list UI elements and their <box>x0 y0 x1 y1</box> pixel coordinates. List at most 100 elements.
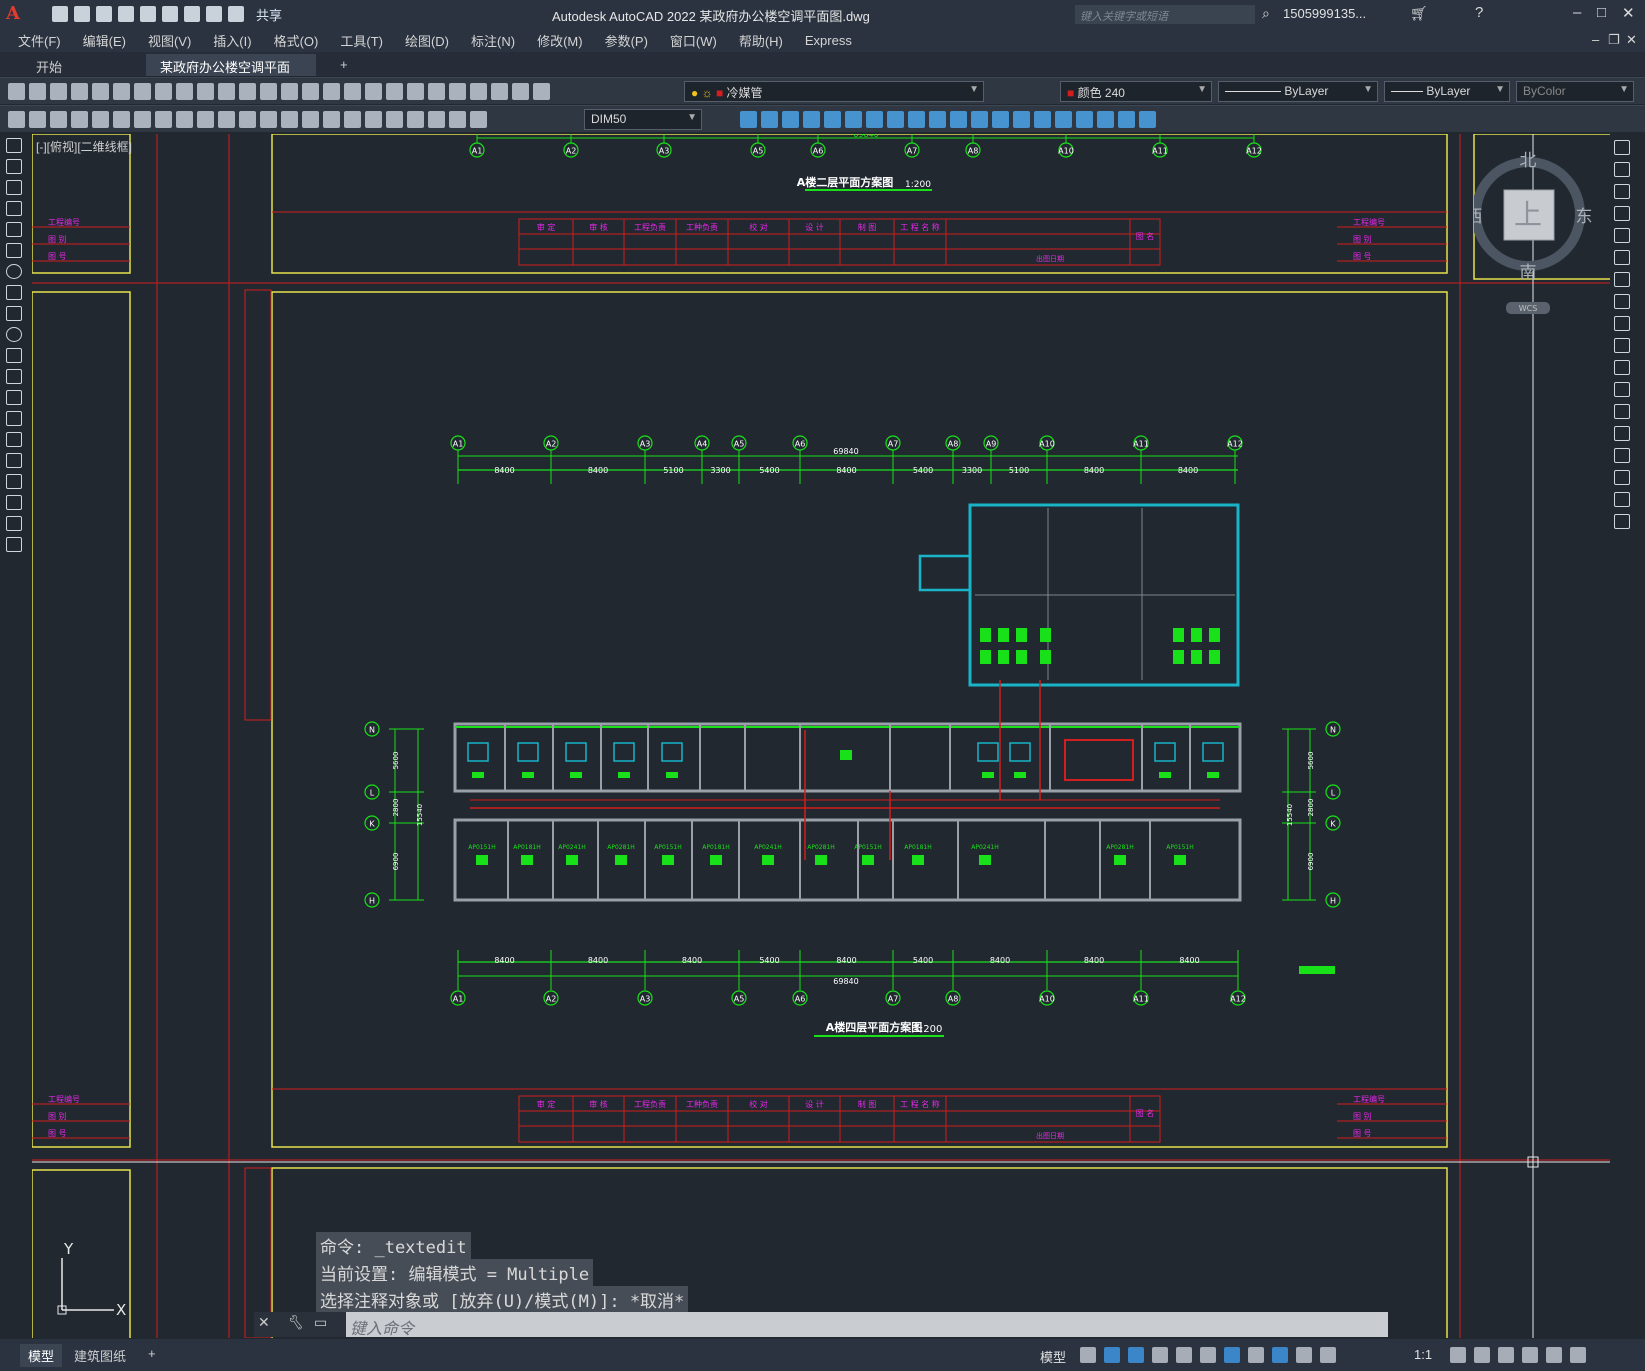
rectangle-icon[interactable] <box>6 222 22 237</box>
undo-icon[interactable] <box>206 6 222 22</box>
extend-icon[interactable] <box>929 111 946 128</box>
tab-start[interactable]: 开始 <box>22 54 76 76</box>
lineweight-icon[interactable] <box>1248 1347 1264 1363</box>
layer-state-icon[interactable] <box>8 111 25 128</box>
tolerance-icon[interactable] <box>344 111 361 128</box>
object-snap-tracking-icon[interactable] <box>1200 1347 1216 1363</box>
attribute-icon[interactable] <box>1118 111 1135 128</box>
break-point-icon[interactable] <box>1614 382 1630 397</box>
diameter-dim-icon[interactable] <box>197 111 214 128</box>
doc-close-button[interactable]: ✕ <box>1626 32 1637 48</box>
autocad-logo-icon[interactable]: A <box>6 3 32 25</box>
menu-format[interactable]: 格式(O) <box>274 31 319 50</box>
move-icon[interactable] <box>824 111 841 128</box>
export-icon[interactable] <box>162 6 178 22</box>
gear-icon[interactable] <box>1450 1347 1466 1363</box>
copy-icon[interactable] <box>1614 162 1630 177</box>
user-account[interactable]: 1505999135... <box>1283 6 1366 21</box>
drawing-canvas[interactable]: 审 定审 核工程负责 工种负责校 对设 计制 图工 程 名 称图 名出图日期 工程编… <box>32 134 1610 1338</box>
block-icon[interactable] <box>1076 111 1093 128</box>
paste-icon[interactable] <box>197 83 214 100</box>
break-icon[interactable] <box>950 111 967 128</box>
search-input[interactable]: 键入关键字或短语 <box>1075 5 1255 24</box>
ortho-icon[interactable] <box>1128 1347 1144 1363</box>
trim-icon[interactable] <box>1614 338 1630 353</box>
add-layout-button[interactable]: + <box>140 1344 164 1363</box>
layer-iso-icon[interactable] <box>50 111 67 128</box>
explode-icon[interactable] <box>1034 111 1051 128</box>
new-tab-button[interactable]: + <box>326 54 362 76</box>
gradient-icon[interactable] <box>6 453 22 468</box>
menu-edit[interactable]: 编辑(E) <box>83 31 126 50</box>
plot-icon[interactable] <box>71 83 88 100</box>
compass-south[interactable]: 南 <box>1520 263 1537 283</box>
layer-manager-icon[interactable] <box>533 83 550 100</box>
dim-break-icon[interactable] <box>323 111 340 128</box>
ellipse-arc-icon[interactable] <box>6 348 22 363</box>
menu-tools[interactable]: 工具(T) <box>340 31 383 50</box>
new-icon[interactable] <box>52 6 68 22</box>
menu-parametric[interactable]: 参数(P) <box>605 31 648 50</box>
viewport-controls[interactable]: [-][俯视][二维线框] <box>36 138 132 155</box>
publish-icon[interactable] <box>113 83 130 100</box>
erase-icon[interactable] <box>1055 111 1072 128</box>
fillet-icon[interactable] <box>1013 111 1030 128</box>
center-mark-icon[interactable] <box>365 111 382 128</box>
jogged-dim-icon[interactable] <box>176 111 193 128</box>
dim-text-edit-icon[interactable] <box>449 111 466 128</box>
mirror-icon[interactable] <box>1614 184 1630 199</box>
match-icon[interactable] <box>218 83 235 100</box>
arc-icon[interactable] <box>6 243 22 258</box>
offset-icon[interactable] <box>1614 206 1630 221</box>
stretch-icon[interactable] <box>887 111 904 128</box>
offset-icon[interactable] <box>782 111 799 128</box>
annotation-scale-value[interactable]: 1:1 <box>1414 1347 1432 1362</box>
ellipse-icon[interactable] <box>6 327 22 342</box>
hardware-accel-icon[interactable] <box>1522 1347 1538 1363</box>
rotate-icon[interactable] <box>1614 272 1630 287</box>
viewcube[interactable]: 上 北 南 东 西 WCS <box>1466 144 1594 314</box>
insert-icon[interactable] <box>1097 111 1114 128</box>
menu-help[interactable]: 帮助(H) <box>739 31 783 50</box>
break-icon[interactable] <box>1614 404 1630 419</box>
join-icon[interactable] <box>971 111 988 128</box>
sheet-set-icon[interactable] <box>449 83 466 100</box>
search-icon[interactable]: ⌕ <box>1262 5 1270 22</box>
cut-icon[interactable] <box>155 83 172 100</box>
calculator-icon[interactable] <box>491 83 508 100</box>
save-as-icon[interactable] <box>118 6 134 22</box>
save-icon[interactable] <box>50 83 67 100</box>
annotation-visibility-icon[interactable] <box>1272 1347 1288 1363</box>
table-icon[interactable] <box>6 495 22 510</box>
annotation-scale-icon[interactable] <box>1320 1347 1336 1363</box>
region-icon[interactable] <box>6 474 22 489</box>
share-button[interactable]: 共享 <box>256 5 282 24</box>
customize-icon[interactable] <box>1570 1347 1586 1363</box>
properties-icon[interactable] <box>386 83 403 100</box>
construction-line-icon[interactable] <box>6 159 22 174</box>
markup-icon[interactable] <box>470 83 487 100</box>
refedit-icon[interactable] <box>1139 111 1156 128</box>
baseline-dim-icon[interactable] <box>260 111 277 128</box>
menu-file[interactable]: 文件(F) <box>18 31 61 50</box>
wrench-icon[interactable]: 🔧︎ <box>286 1314 304 1331</box>
erase-icon[interactable] <box>1614 140 1630 155</box>
menu-modify[interactable]: 修改(M) <box>537 31 583 50</box>
minimize-button[interactable]: – <box>1573 4 1581 21</box>
spline-icon[interactable] <box>6 306 22 321</box>
grid-icon[interactable] <box>1080 1347 1096 1363</box>
cart-icon[interactable]: 🛒︎ <box>1410 5 1428 22</box>
revcloud-icon[interactable] <box>6 285 22 300</box>
chamfer-icon[interactable] <box>1614 448 1630 463</box>
linetype-dropdown[interactable]: ByLayer ▼ <box>1218 81 1378 102</box>
radius-dim-icon[interactable] <box>155 111 172 128</box>
dim-update-icon[interactable] <box>470 111 487 128</box>
redo-icon[interactable] <box>228 6 244 22</box>
polygon-icon[interactable] <box>6 201 22 216</box>
angular-dim-icon[interactable] <box>218 111 235 128</box>
add-selected-icon[interactable] <box>6 537 22 552</box>
publish-icon[interactable] <box>140 6 156 22</box>
menu-insert[interactable]: 插入(I) <box>213 31 251 50</box>
model-space-button[interactable]: 模型 <box>1040 1347 1066 1366</box>
command-input[interactable]: ✕ 🔧︎ ▭ 键入命令 <box>254 1312 1388 1338</box>
